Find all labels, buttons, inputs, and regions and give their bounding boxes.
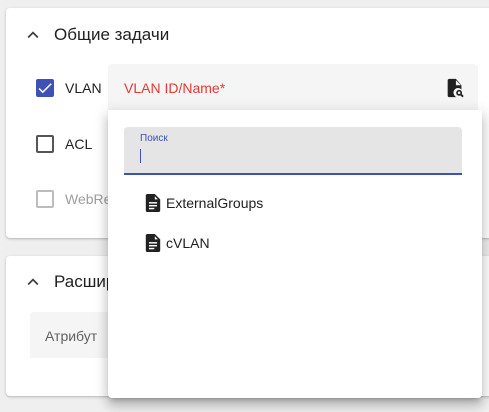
acl-checkbox-row[interactable]: ACL bbox=[36, 135, 92, 153]
advanced-title: Расшир bbox=[54, 272, 116, 291]
chevron-up-icon[interactable] bbox=[22, 271, 44, 293]
file-document-icon bbox=[144, 233, 162, 253]
search-field[interactable]: Поиск bbox=[124, 127, 462, 175]
advanced-header[interactable]: Расшир bbox=[22, 271, 115, 293]
acl-checkbox[interactable] bbox=[36, 135, 54, 153]
file-search-icon[interactable] bbox=[444, 77, 466, 99]
file-document-icon bbox=[144, 193, 162, 213]
option-label: ExternalGroups bbox=[166, 195, 264, 211]
option-external-groups[interactable]: ExternalGroups bbox=[144, 193, 263, 213]
chevron-up-icon[interactable] bbox=[22, 24, 44, 46]
text-caret bbox=[140, 149, 141, 163]
acl-checkbox-label: ACL bbox=[65, 136, 93, 152]
webre-checkbox-row: WebRe bbox=[36, 190, 111, 208]
search-label: Поиск bbox=[140, 133, 168, 144]
option-cvlan[interactable]: cVLAN bbox=[144, 233, 210, 253]
vlan-checkbox[interactable] bbox=[36, 79, 54, 97]
vlan-checkbox-row[interactable]: VLAN bbox=[36, 79, 102, 97]
vlan-dropdown-panel: Поиск ExternalGroups cVLAN bbox=[108, 110, 482, 398]
vlan-id-field[interactable]: VLAN ID/Name* bbox=[108, 64, 478, 111]
vlan-checkbox-label: VLAN bbox=[65, 80, 102, 96]
webre-checkbox-label: WebRe bbox=[65, 191, 112, 207]
webre-checkbox bbox=[36, 190, 54, 208]
general-tasks-title: Общие задачи bbox=[54, 25, 170, 44]
search-input[interactable] bbox=[138, 147, 438, 165]
vlan-id-label: VLAN ID/Name* bbox=[124, 80, 226, 96]
option-label: cVLAN bbox=[166, 235, 210, 251]
general-tasks-header[interactable]: Общие задачи bbox=[22, 24, 169, 46]
attribute-label: Атрибут bbox=[45, 328, 98, 344]
